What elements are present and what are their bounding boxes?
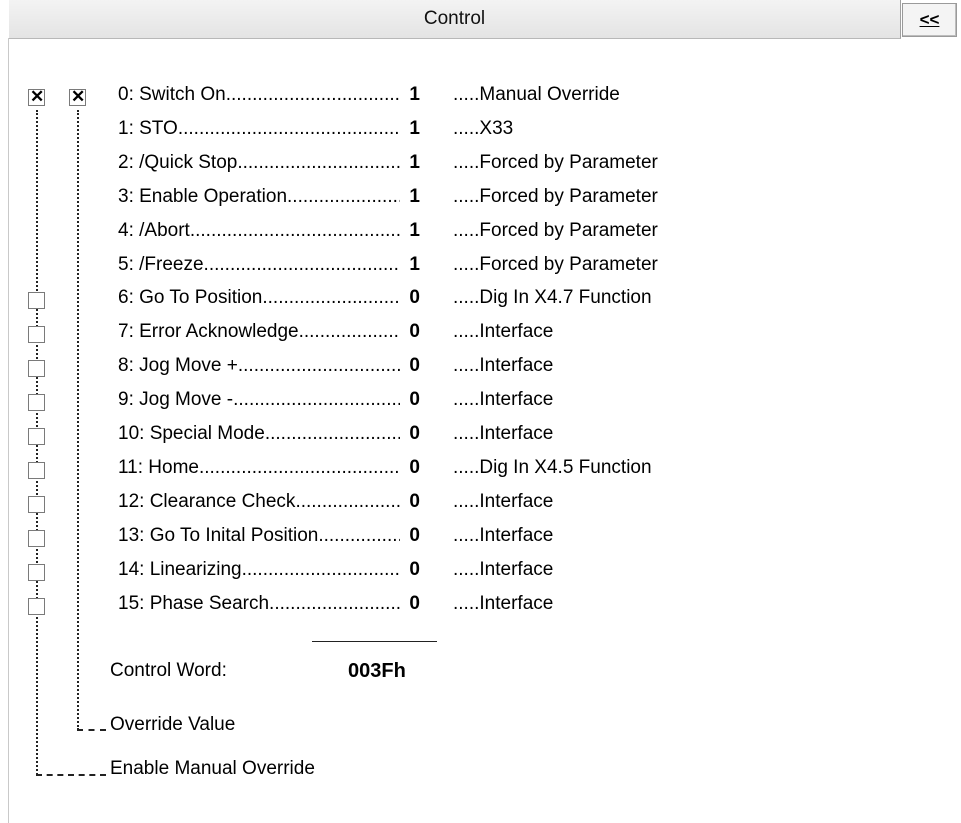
- control-panel: Control << 0: Switch On1.....Manual Over…: [0, 0, 961, 823]
- enable-override-checkbox[interactable]: [28, 292, 45, 309]
- collapse-button[interactable]: <<: [902, 3, 957, 37]
- bit-source: .....Forced by Parameter: [453, 152, 658, 173]
- enable-override-checkbox[interactable]: [28, 86, 45, 108]
- bit-source: .....Interface: [453, 423, 554, 444]
- bit-value: 0: [400, 287, 420, 309]
- bit-label: 5: /Freeze: [118, 254, 418, 276]
- bit-label: 2: /Quick Stop: [118, 152, 418, 174]
- bit-value: 1: [400, 152, 420, 174]
- bit-value: 0: [400, 457, 420, 479]
- bit-source: .....Interface: [453, 389, 554, 410]
- panel-title: Control: [423, 8, 486, 29]
- bit-source: .....Interface: [453, 355, 554, 376]
- enable-override-checkbox[interactable]: [28, 496, 45, 513]
- bit-source: .....Interface: [453, 491, 554, 512]
- enable-manual-override-legend: Enable Manual Override: [110, 758, 315, 779]
- bit-value: 1: [400, 84, 420, 106]
- enable-override-checkbox[interactable]: [28, 564, 45, 581]
- bit-value: 1: [400, 254, 420, 276]
- bit-value: 0: [400, 559, 420, 581]
- bit-source: .....Forced by Parameter: [453, 186, 658, 207]
- bit-source: .....Manual Override: [453, 84, 620, 105]
- enable-override-checkbox[interactable]: [28, 530, 45, 547]
- bit-source: .....Interface: [453, 525, 554, 546]
- bit-value: 0: [400, 321, 420, 343]
- panel-left-border: [8, 38, 9, 823]
- bit-value: 1: [400, 186, 420, 208]
- enable-guide-connector: [36, 774, 106, 776]
- enable-override-checkbox[interactable]: [28, 360, 45, 377]
- bit-value: 0: [400, 423, 420, 445]
- bit-label: 7: Error Acknowledge: [118, 321, 418, 343]
- sum-divider: [312, 641, 437, 642]
- bit-label: 14: Linearizing: [118, 559, 418, 581]
- bit-label: 4: /Abort: [118, 220, 418, 242]
- bit-source: .....Interface: [453, 321, 554, 342]
- enable-override-checkbox[interactable]: [28, 428, 45, 445]
- bit-source: .....Forced by Parameter: [453, 220, 658, 241]
- bit-label: 3: Enable Operation: [118, 186, 418, 208]
- bit-label: 11: Home: [118, 457, 418, 479]
- enable-override-checkbox[interactable]: [28, 462, 45, 479]
- bit-label: 15: Phase Search: [118, 593, 418, 615]
- bit-value: 0: [400, 491, 420, 513]
- override-value-checkbox[interactable]: [69, 86, 86, 108]
- enable-override-checkbox[interactable]: [28, 394, 45, 411]
- bit-source: .....Dig In X4.5 Function: [453, 457, 652, 478]
- override-guide-line: [77, 110, 79, 730]
- bit-source: .....Dig In X4.7 Function: [453, 287, 652, 308]
- bit-label: 1: STO: [118, 118, 418, 140]
- bit-source: .....Interface: [453, 559, 554, 580]
- bit-value: 0: [400, 525, 420, 547]
- bit-value: 0: [400, 593, 420, 615]
- bit-label: 9: Jog Move -: [118, 389, 418, 411]
- override-guide-connector: [77, 729, 106, 731]
- bit-label: 0: Switch On: [118, 84, 418, 106]
- enable-override-checkbox[interactable]: [28, 326, 45, 343]
- bit-label: 12: Clearance Check: [118, 491, 418, 513]
- bit-label: 8: Jog Move +: [118, 355, 418, 377]
- bit-label: 10: Special Mode: [118, 423, 418, 445]
- bit-label: 6: Go To Position: [118, 287, 418, 309]
- bit-value: 0: [400, 389, 420, 411]
- bit-value: 1: [400, 118, 420, 140]
- enable-override-checkbox[interactable]: [28, 598, 45, 615]
- bit-source: .....Interface: [453, 593, 554, 614]
- panel-header: Control: [9, 0, 901, 39]
- bit-source: .....X33: [453, 118, 514, 139]
- override-value-legend: Override Value: [110, 714, 236, 735]
- control-word-value: 003Fh: [348, 660, 406, 682]
- bit-value: 1: [400, 220, 420, 242]
- bit-label: 13: Go To Inital Position: [118, 525, 418, 547]
- bit-value: 0: [400, 355, 420, 377]
- bit-source: .....Forced by Parameter: [453, 254, 658, 275]
- control-word-label: Control Word:: [110, 660, 227, 681]
